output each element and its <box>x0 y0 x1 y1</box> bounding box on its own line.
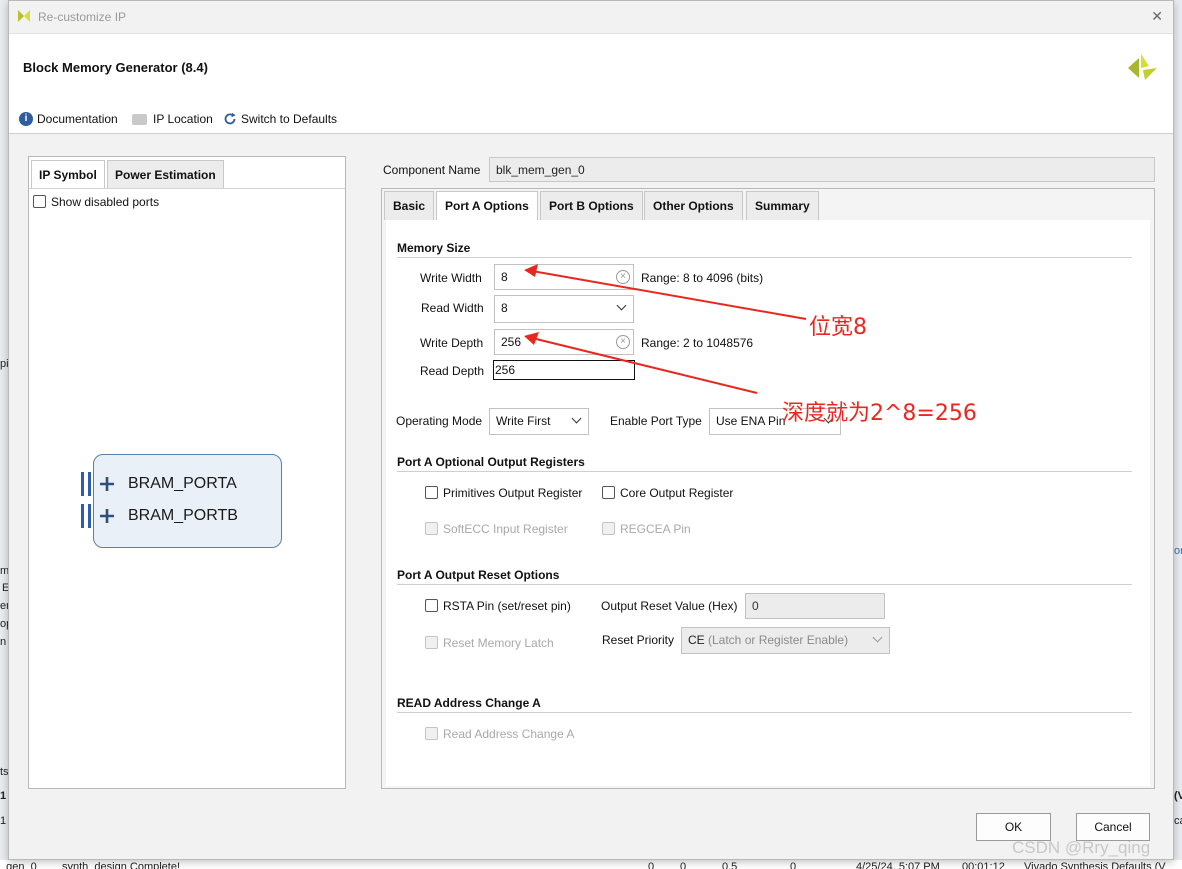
depth-annotation: 深度就为2^8=256 <box>782 401 977 426</box>
annotation-arrows <box>524 264 807 394</box>
annotation-arrow-line <box>531 270 807 320</box>
csdn-watermark: CSDN @Rry_qing <box>1012 838 1151 857</box>
annotation-arrowhead-icon <box>524 264 538 277</box>
width-annotation: 位宽8 <box>809 315 867 340</box>
annotation-arrow-line <box>531 337 758 394</box>
